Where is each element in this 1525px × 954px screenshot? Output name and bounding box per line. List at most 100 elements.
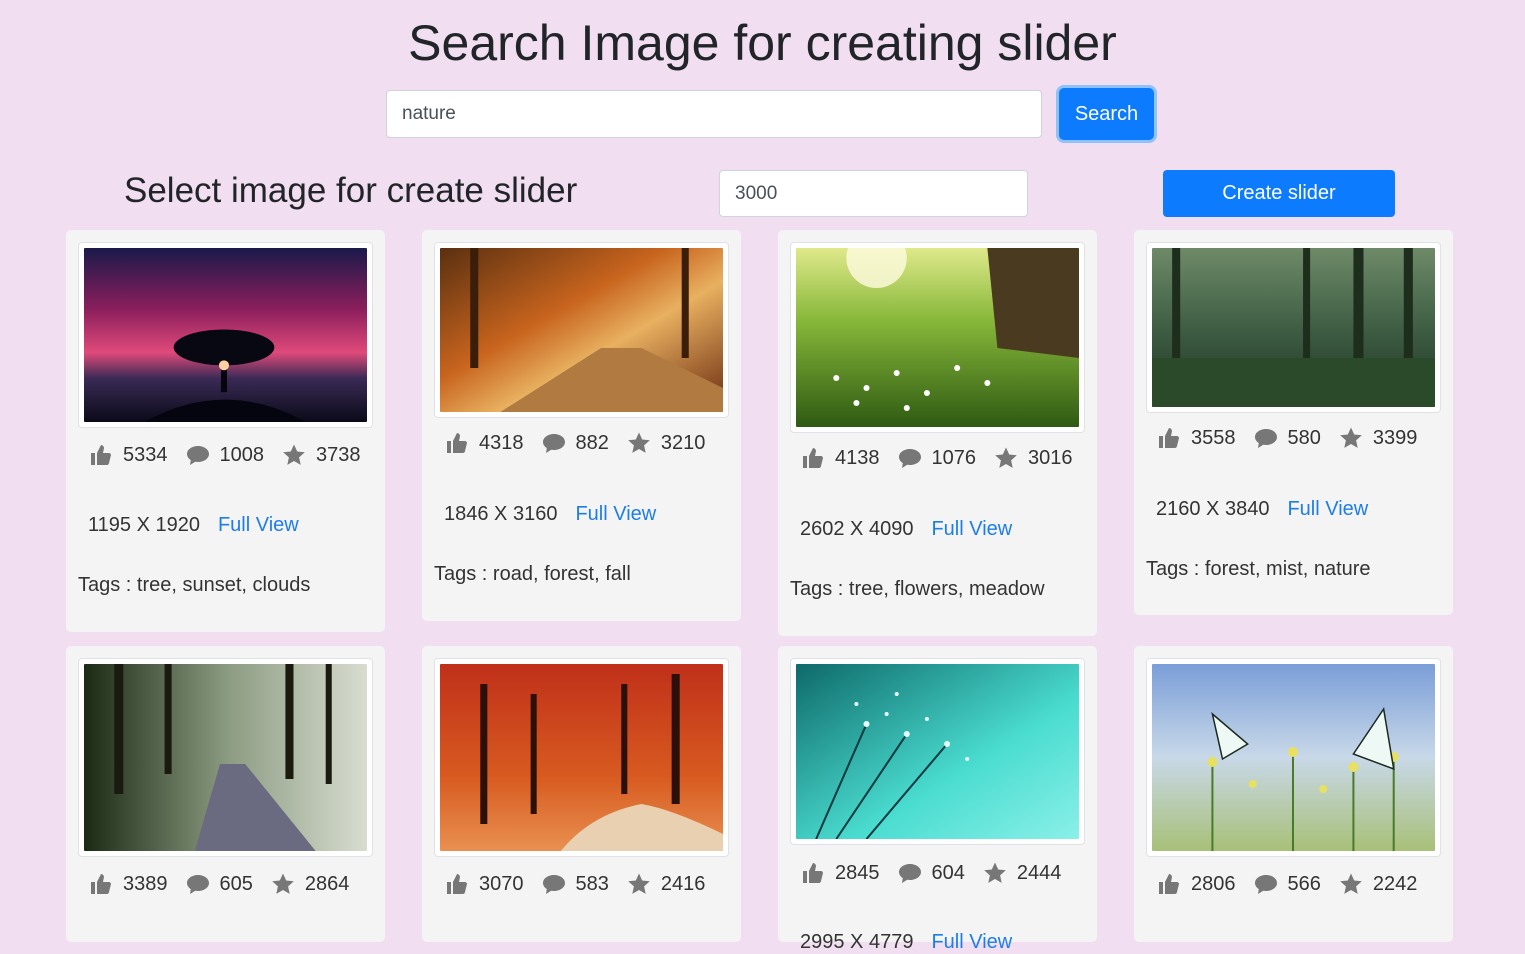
full-view-link[interactable]: Full View [575,503,656,525]
favorites-count: 3399 [1372,426,1418,449]
likes-count: 3558 [1191,426,1236,449]
image-thumbnail[interactable] [78,242,373,428]
dimensions-text: 2160 X 3840 [1156,498,1270,520]
likes-count: 4138 [835,446,880,469]
image-card[interactable]: 3558 580 3399 2160 X 3840 Full View Tags … [1134,230,1453,615]
image-thumbnail[interactable] [78,658,373,857]
favorites-count: 2242 [1372,872,1418,895]
likes-count: 3070 [479,872,524,895]
likes-count: 5334 [123,443,168,466]
favorites-count: 3016 [1028,446,1073,469]
full-view-link[interactable]: Full View [1287,498,1368,520]
image-tags: Tags : tree, sunset, clouds [78,574,310,597]
slider-heading: Select image for create slider [124,171,578,210]
stats-row: 3389 605 2864 [88,869,366,899]
star-icon [628,432,650,453]
tags-text: forest, mist, nature [1204,558,1371,580]
image-card[interactable]: 2845 604 2444 2995 X 4779 Full View [778,646,1097,953]
star-icon [995,447,1017,468]
search-input[interactable] [386,90,1042,138]
duration-input[interactable] [719,170,1028,217]
stats-row: 2806 566 2242 [1156,869,1434,899]
image-tags: Tags : forest, mist, nature [1146,558,1371,581]
red-autumn-forest-image [440,664,723,851]
comments-count: 882 [575,431,609,454]
image-thumbnail[interactable] [434,242,729,418]
image-thumbnail[interactable] [1146,242,1441,413]
image-card[interactable]: 4318 882 3210 1846 X 3160 Full View Tags … [422,230,741,621]
page-title: Search Image for creating slider [408,15,1117,71]
meadow-tree-image [796,248,1079,427]
image-card[interactable]: 5334 1008 3738 1195 X 1920 Full View Tags… [66,230,385,632]
sunset-tree-image [84,248,367,422]
stats-row: 5334 1008 3738 [88,440,378,470]
forest-road-image [84,664,367,851]
image-tags: Tags : tree, flowers, meadow [790,578,1045,601]
misty-forest-image [1152,248,1435,407]
image-thumbnail[interactable] [790,658,1085,845]
stats-row: 4318 882 3210 [444,428,722,458]
star-icon [1340,873,1362,894]
favorites-count: 2416 [660,872,706,895]
image-card[interactable]: 2806 566 2242 [1134,646,1453,942]
comment-icon [542,434,565,453]
tags-prefix: Tags : [78,574,137,596]
image-dimensions: 1846 X 3160 Full View [444,503,656,526]
star-icon [984,862,1006,883]
butterflies-flowers-image [1152,664,1435,851]
full-view-link[interactable]: Full View [218,514,299,536]
favorites-count: 3738 [316,443,361,466]
dimensions-text: 1195 X 1920 [88,514,200,536]
image-thumbnail[interactable] [790,242,1085,433]
thumbs-up-icon [803,448,823,468]
likes-count: 3389 [123,872,168,895]
dimensions-text: 1846 X 3160 [444,503,558,525]
comments-count: 1008 [219,443,265,466]
image-dimensions: 2602 X 4090 Full View [800,518,1012,541]
image-tags: Tags : road, forest, fall [434,563,631,586]
star-icon [283,444,305,465]
likes-count: 2845 [835,861,880,884]
stats-row: 3558 580 3399 [1156,423,1434,453]
comment-icon [898,864,921,883]
comments-count: 583 [575,872,609,895]
autumn-road-image [440,248,723,412]
comment-icon [1254,875,1277,894]
comment-icon [186,446,209,465]
comments-count: 566 [1287,872,1321,895]
create-slider-button[interactable]: Create slider [1163,170,1395,217]
stats-row: 3070 583 2416 [444,869,722,899]
full-view-link[interactable]: Full View [931,518,1012,540]
image-dimensions: 2995 X 4779 Full View [800,931,1012,954]
stats-row: 4138 1076 3016 [800,443,1090,473]
thumbs-up-icon [91,445,111,465]
star-icon [1340,427,1362,448]
tags-prefix: Tags : [434,563,493,585]
image-dimensions: 1195 X 1920 Full View [88,514,299,537]
comments-count: 580 [1287,426,1321,449]
comment-icon [186,875,209,894]
thumbs-up-icon [803,863,823,883]
thumbs-up-icon [1159,874,1179,894]
star-icon [628,873,650,894]
tags-prefix: Tags : [790,578,849,600]
image-card[interactable]: 4138 1076 3016 2602 X 4090 Full View Tags… [778,230,1097,636]
full-view-link[interactable]: Full View [931,931,1012,953]
tags-text: tree, sunset, clouds [136,574,311,596]
favorites-count: 2444 [1016,861,1062,884]
comments-count: 1076 [931,446,977,469]
likes-count: 2806 [1191,872,1236,895]
comment-icon [542,875,565,894]
image-card[interactable]: 3389 605 2864 [66,646,385,942]
image-thumbnail[interactable] [434,658,729,857]
image-card[interactable]: 3070 583 2416 [422,646,741,942]
thumbs-up-icon [91,874,111,894]
dimensions-text: 2995 X 4779 [800,931,914,953]
thumbs-up-icon [1159,428,1179,448]
image-thumbnail[interactable] [1146,658,1441,857]
favorites-count: 3210 [660,431,706,454]
thumbs-up-icon [447,874,467,894]
comment-icon [1254,429,1277,448]
stats-row: 2845 604 2444 [800,858,1078,888]
search-button[interactable]: Search [1059,88,1154,140]
